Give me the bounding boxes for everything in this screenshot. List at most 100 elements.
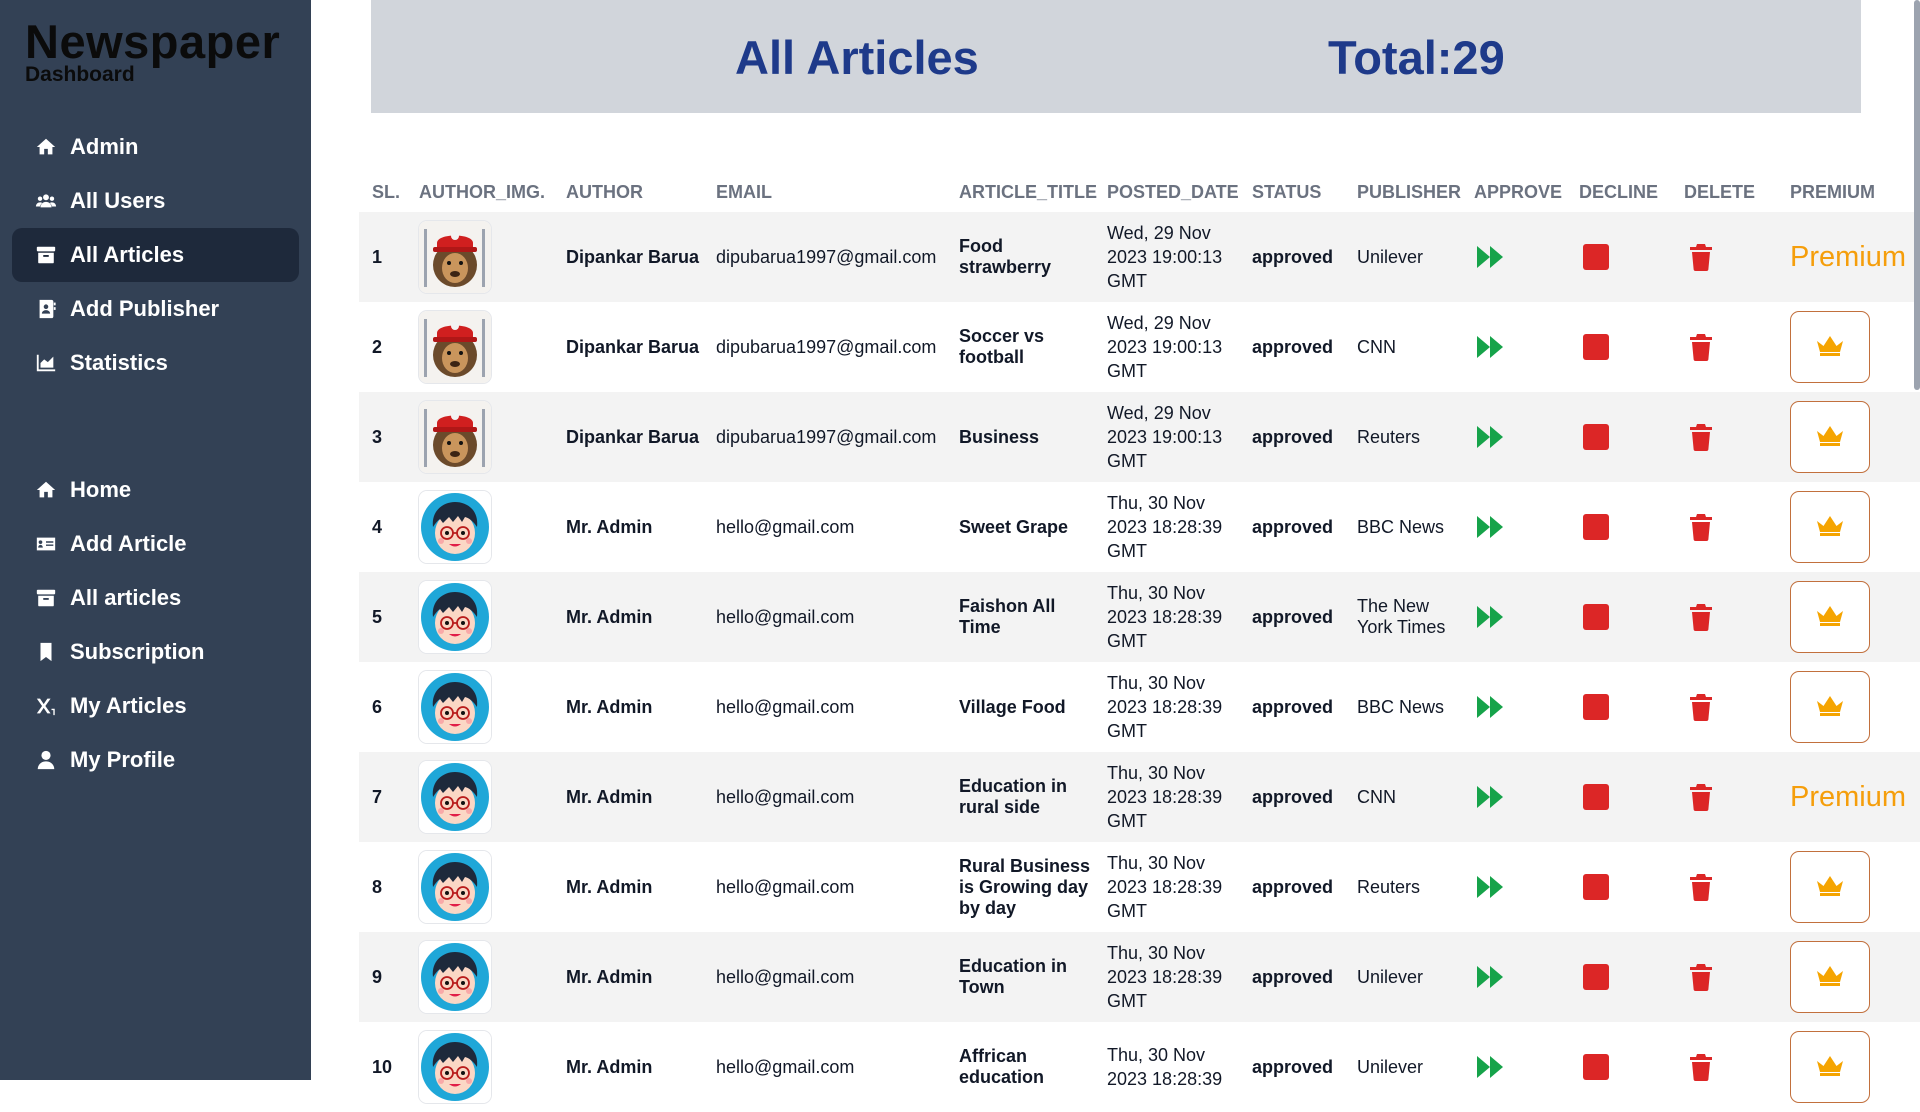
- trash-icon[interactable]: [1684, 420, 1718, 454]
- trash-icon[interactable]: [1684, 780, 1718, 814]
- sidebar: Newspaper Dashboard Admin All Users All Ar…: [0, 0, 311, 1080]
- trash-icon[interactable]: [1684, 960, 1718, 994]
- make-premium-button[interactable]: [1790, 311, 1870, 383]
- stop-icon: [1583, 244, 1609, 270]
- status-text: approved: [1252, 482, 1352, 572]
- sidebar-item-subscription[interactable]: Subscription: [12, 625, 299, 679]
- row-serial: 1: [372, 212, 412, 302]
- sidebar-item-my-profile[interactable]: My Profile: [12, 733, 299, 787]
- trash-icon[interactable]: [1684, 330, 1718, 364]
- decline-button[interactable]: [1579, 690, 1613, 724]
- sidebar-item-add-publisher[interactable]: Add Publisher: [12, 282, 299, 336]
- decline-button[interactable]: [1579, 960, 1613, 994]
- make-premium-button[interactable]: [1790, 671, 1870, 743]
- approve-icon[interactable]: [1474, 330, 1508, 364]
- approve-icon[interactable]: [1474, 870, 1508, 904]
- author-email: dipubarua1997@gmail.com: [716, 392, 956, 482]
- article-title: Education in Town: [959, 932, 1099, 1022]
- approve-icon[interactable]: [1474, 510, 1508, 544]
- boy-avatar: [419, 941, 491, 1013]
- sidebar-item-label: My Articles: [70, 693, 187, 718]
- author-name-text: Mr. Admin: [566, 516, 653, 537]
- approve-icon[interactable]: [1474, 600, 1508, 634]
- author-name: Mr. Admin: [566, 662, 706, 752]
- approve-icon[interactable]: [1474, 420, 1508, 454]
- trash-icon[interactable]: [1684, 870, 1718, 904]
- page-scrollbar[interactable]: [1914, 0, 1920, 390]
- decline-button[interactable]: [1579, 600, 1613, 634]
- trash-icon[interactable]: [1684, 1050, 1718, 1084]
- total-count: Total:29: [1328, 31, 1505, 84]
- table-row: 2 Dipankar Barua dipubarua1997@gmail.com So…: [359, 302, 1920, 392]
- delete-cell: [1684, 212, 1774, 302]
- author-email-text: hello@gmail.com: [716, 786, 855, 807]
- sidebar-item-label: Add Publisher: [70, 296, 220, 321]
- premium-cell: [1790, 842, 1920, 932]
- table-row: 1 Dipankar Barua dipubarua1997@gmail.com Fo…: [359, 212, 1920, 302]
- status-text: approved: [1252, 572, 1352, 662]
- author-avatar-cell: [419, 1022, 559, 1112]
- approve-icon[interactable]: [1474, 690, 1508, 724]
- trash-icon[interactable]: [1684, 690, 1718, 724]
- author-name: Mr. Admin: [566, 572, 706, 662]
- trash-icon[interactable]: [1684, 510, 1718, 544]
- sidebar-item-statistics[interactable]: Statistics: [12, 336, 299, 390]
- posted-date-text: Wed, 29 Nov 2023 19:00:13 GMT: [1107, 313, 1223, 381]
- table-row: 10 Mr. Admin hello@gmail.com Affrican educa…: [359, 1022, 1920, 1112]
- decline-button[interactable]: [1579, 780, 1613, 814]
- sidebar-item-label: Home: [70, 477, 132, 502]
- column-header-email: EMAIL: [716, 182, 772, 202]
- approve-cell: [1474, 212, 1564, 302]
- decline-button[interactable]: [1579, 420, 1613, 454]
- make-premium-button[interactable]: [1790, 851, 1870, 923]
- sidebar-item-add-article[interactable]: Add Article: [12, 517, 299, 571]
- posted-date: Thu, 30 Nov 2023 18:28:39 GMT: [1107, 932, 1247, 1022]
- decline-cell: [1579, 752, 1669, 842]
- decline-button[interactable]: [1579, 240, 1613, 274]
- posted-date: Thu, 30 Nov 2023 18:28:39 GMT: [1107, 572, 1247, 662]
- sidebar-item-all-articles[interactable]: All Articles: [12, 228, 299, 282]
- publisher-name: BBC News: [1357, 482, 1467, 572]
- publisher-name-text: CNN: [1357, 786, 1396, 807]
- decline-button[interactable]: [1579, 330, 1613, 364]
- make-premium-button[interactable]: [1790, 491, 1870, 563]
- row-serial: 5: [372, 572, 412, 662]
- sidebar-item-home[interactable]: Home: [12, 463, 299, 517]
- sidebar-item-label: Statistics: [70, 350, 168, 375]
- sidebar-item-all-articles[interactable]: All articles: [12, 571, 299, 625]
- users-icon: [34, 189, 58, 213]
- trash-icon[interactable]: [1684, 240, 1718, 274]
- row-serial-text: 1: [372, 246, 383, 267]
- row-serial-text: 10: [372, 1056, 393, 1077]
- status-text-text: approved: [1252, 696, 1334, 717]
- approve-icon[interactable]: [1474, 1050, 1508, 1084]
- status-text-text: approved: [1252, 246, 1334, 267]
- author-name-text: Dipankar Barua: [566, 336, 700, 357]
- delete-cell: [1684, 482, 1774, 572]
- make-premium-button[interactable]: [1790, 941, 1870, 1013]
- publisher-name: Unilever: [1357, 212, 1467, 302]
- sidebar-item-label: All articles: [70, 585, 182, 610]
- sidebar-item-my-articles[interactable]: My Articles: [12, 679, 299, 733]
- approve-icon[interactable]: [1474, 240, 1508, 274]
- author-name-text: Mr. Admin: [566, 966, 653, 987]
- make-premium-button[interactable]: [1790, 401, 1870, 473]
- status-text: approved: [1252, 1022, 1352, 1112]
- posted-date-text: Thu, 30 Nov 2023 18:28:39: [1107, 1045, 1223, 1089]
- sidebar-item-all-users[interactable]: All Users: [12, 174, 299, 228]
- posted-date: Wed, 29 Nov 2023 19:00:13 GMT: [1107, 302, 1247, 392]
- approve-icon[interactable]: [1474, 960, 1508, 994]
- approve-icon[interactable]: [1474, 780, 1508, 814]
- decline-button[interactable]: [1579, 1050, 1613, 1084]
- posted-date: Thu, 30 Nov 2023 18:28:39 GMT: [1107, 752, 1247, 842]
- stop-icon: [1583, 1054, 1609, 1080]
- table-row: 6 Mr. Admin hello@gmail.com Village Food Thu…: [359, 662, 1920, 752]
- decline-button[interactable]: [1579, 870, 1613, 904]
- decline-button[interactable]: [1579, 510, 1613, 544]
- trash-icon[interactable]: [1684, 600, 1718, 634]
- posted-date-text: Thu, 30 Nov 2023 18:28:39 GMT: [1107, 763, 1223, 831]
- article-title-text: Education in rural side: [959, 776, 1067, 817]
- make-premium-button[interactable]: [1790, 581, 1870, 653]
- make-premium-button[interactable]: [1790, 1031, 1870, 1103]
- sidebar-item-admin[interactable]: Admin: [12, 120, 299, 174]
